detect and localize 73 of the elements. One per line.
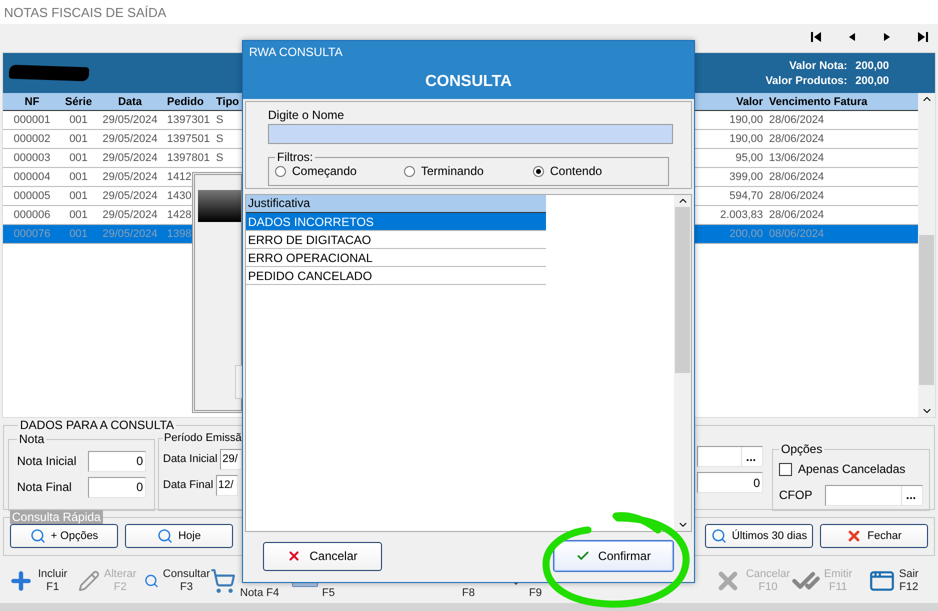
table-cell-text: 08/06/2024 bbox=[768, 228, 826, 240]
dialog-app-title: RWA CONSULTA bbox=[249, 45, 344, 59]
table-cell-text: 000005 bbox=[12, 190, 52, 202]
table-cell-text: 000004 bbox=[12, 171, 52, 183]
column-header: Valor bbox=[735, 96, 764, 108]
group-title: Filtros: bbox=[276, 150, 314, 164]
field-label: CFOP bbox=[779, 488, 812, 502]
column-header: Justificativa bbox=[246, 195, 546, 213]
column-header: Tipo bbox=[215, 96, 240, 108]
table-cell-text: 1428 bbox=[166, 209, 192, 221]
table-cell-text: 001 bbox=[68, 171, 89, 183]
summary-label: Valor Produtos: bbox=[765, 74, 848, 86]
group-title: Período Emissã bbox=[163, 432, 243, 444]
table-cell-text: 1397301 bbox=[166, 114, 211, 126]
group-title: Opções bbox=[780, 442, 824, 456]
table-cell-text: 000006 bbox=[12, 209, 52, 221]
table-cell-text: 001 bbox=[68, 152, 89, 164]
table-cell-text: 000076 bbox=[12, 228, 52, 240]
table-cell-text: 001 bbox=[68, 114, 89, 126]
table-cell-text: 29/05/2024 bbox=[101, 209, 159, 221]
table-cell-text: S bbox=[215, 152, 224, 164]
column-header: NF bbox=[24, 96, 40, 108]
table-cell-text: 28/06/2024 bbox=[768, 171, 826, 183]
table-cell-text: 000002 bbox=[12, 133, 52, 145]
column-header: Data bbox=[117, 96, 143, 108]
field-label: Digite o Nome bbox=[268, 108, 346, 122]
group-title: Consulta Rápida bbox=[10, 510, 103, 524]
dialog-title: CONSULTA bbox=[425, 73, 512, 91]
table-cell-text: 594,70 bbox=[728, 190, 764, 202]
table-cell-text: 29/05/2024 bbox=[101, 152, 159, 164]
table-cell-text: 28/06/2024 bbox=[768, 190, 826, 202]
field-label: Nota Inicial bbox=[17, 454, 76, 468]
summary-value: 200,00 bbox=[855, 74, 889, 86]
window-title: NOTAS FISCAIS DE SAÍDA bbox=[4, 4, 166, 20]
table-cell-text: 13/06/2024 bbox=[768, 152, 826, 164]
table-cell-text: 001 bbox=[68, 209, 89, 221]
table-cell-text: 000001 bbox=[12, 114, 52, 126]
table-cell-text: 001 bbox=[68, 190, 89, 202]
table-cell-text: 1397501 bbox=[166, 133, 211, 145]
table-cell-text: 29/05/2024 bbox=[101, 114, 159, 126]
table-cell-text: 001 bbox=[68, 228, 89, 240]
summary-value: 200,00 bbox=[855, 60, 889, 72]
table-cell-text: 28/06/2024 bbox=[768, 133, 826, 145]
group-title: Nota bbox=[18, 432, 46, 446]
table-cell-text: 190,00 bbox=[728, 114, 764, 126]
column-header: Pedido bbox=[166, 96, 205, 108]
field-label: Data Final bbox=[163, 479, 214, 491]
table-cell-text: 95,00 bbox=[734, 152, 764, 164]
table-cell-text: 29/05/2024 bbox=[101, 228, 159, 240]
table-cell-text: 29/05/2024 bbox=[101, 190, 159, 202]
table-cell-text: 399,00 bbox=[728, 171, 764, 183]
table-cell-text: 1412 bbox=[166, 171, 192, 183]
table-cell-text: S bbox=[215, 114, 224, 126]
table-cell-text: 200,00 bbox=[728, 228, 764, 240]
field-label: Nota Final bbox=[17, 480, 72, 494]
table-cell-text: 29/05/2024 bbox=[101, 133, 159, 145]
table-cell-text: 190,00 bbox=[728, 133, 764, 145]
table-cell-text: 1430 bbox=[166, 190, 192, 202]
field-label: Data Inicial bbox=[163, 453, 218, 465]
table-cell-text: 001 bbox=[68, 133, 89, 145]
table-cell-text: S bbox=[215, 133, 224, 145]
table-cell-text: 29/05/2024 bbox=[101, 171, 159, 183]
table-cell-text: 1397801 bbox=[166, 152, 211, 164]
column-header: Vencimento Fatura bbox=[768, 96, 868, 108]
table-cell-text: 000003 bbox=[12, 152, 52, 164]
group-title: DADOS PARA A CONSULTA bbox=[19, 418, 176, 432]
table-cell-text: 1398 bbox=[166, 228, 192, 240]
summary-label: Valor Nota: bbox=[788, 60, 848, 72]
table-cell-text: 2.003,83 bbox=[719, 209, 764, 221]
table-cell-text: 28/06/2024 bbox=[768, 114, 826, 126]
column-header: Série bbox=[64, 96, 93, 108]
table-cell-text: 28/06/2024 bbox=[768, 209, 826, 221]
checkbox-label: Apenas Canceladas bbox=[798, 462, 906, 476]
